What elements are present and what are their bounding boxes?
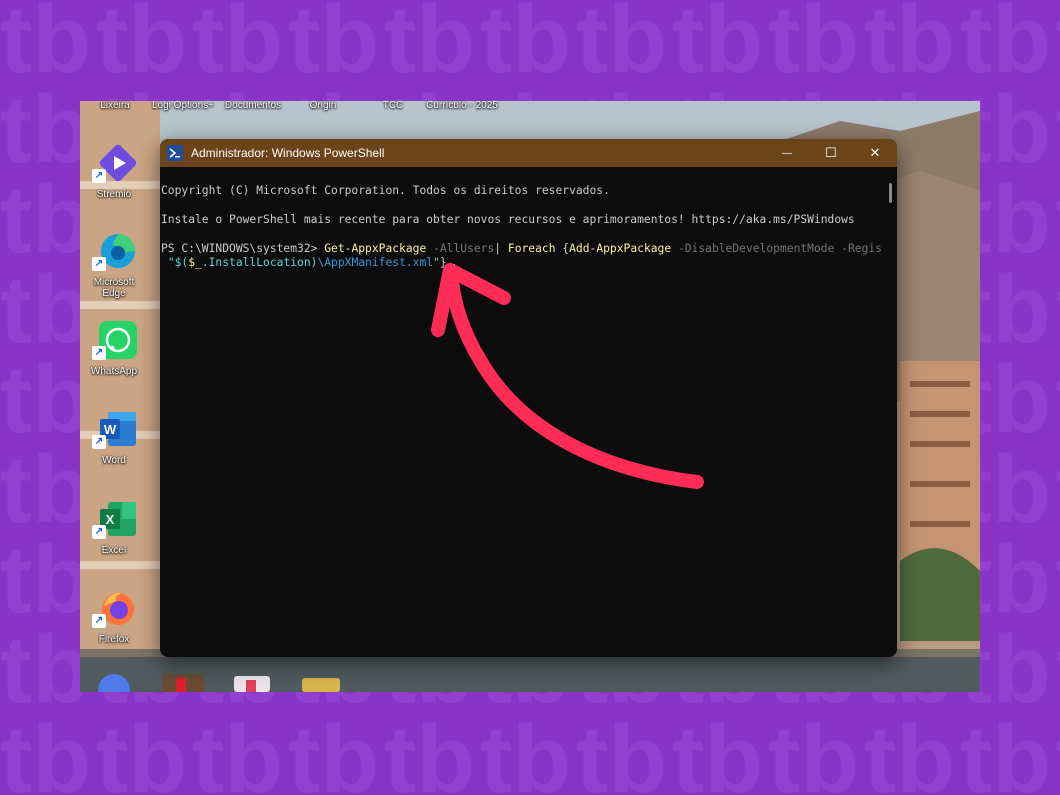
desktop-icon-label[interactable]: Documentos — [218, 101, 288, 112]
desktop-icon-word[interactable]: W ↗ Word — [86, 407, 142, 491]
brace-close: } — [439, 256, 447, 269]
desktop-icon-label: Word — [102, 455, 126, 466]
desktop-icon-firefox[interactable]: ↗ Firefox — [86, 586, 142, 670]
variable-underscore: $_ — [188, 256, 202, 269]
shortcut-arrow-icon: ↗ — [92, 614, 106, 628]
window-titlebar[interactable]: Administrador: Windows PowerShell — ☐ ✕ — [160, 139, 897, 167]
install-notice-line: Instale o PowerShell mais recente para o… — [161, 212, 855, 226]
command-line-1: PS C:\WINDOWS\system32> Get-AppxPackage … — [161, 242, 882, 257]
maximize-icon: ☐ — [825, 145, 837, 160]
desktop-icon-stremio[interactable]: ↗ Stremio — [86, 141, 142, 225]
window-controls: — ☐ ✕ — [765, 139, 897, 167]
svg-text:X: X — [106, 512, 115, 527]
shortcut-arrow-icon: ↗ — [92, 435, 106, 449]
brace-open: { — [555, 241, 570, 255]
desktop-icon-label[interactable]: Lixeira — [80, 101, 150, 112]
desktop-icon-excel[interactable]: X ↗ Excel — [86, 497, 142, 581]
text-cursor — [447, 264, 455, 266]
window-title: Administrador: Windows PowerShell — [191, 146, 385, 160]
shortcut-arrow-icon: ↗ — [92, 346, 106, 360]
scrollbar-thumb[interactable] — [889, 183, 892, 203]
powershell-icon — [167, 145, 183, 161]
pipe-operator: | — [494, 241, 508, 255]
desktop-icon-label: Excel — [101, 545, 127, 556]
param-disabledevelopmentmode: -DisableDevelopmentMode — [671, 241, 835, 255]
desktop-icon-label: Firefox — [98, 634, 130, 645]
folder-icon — [302, 678, 340, 692]
cmdlet-add-appxpackage: Add-AppxPackage — [569, 241, 672, 255]
minimize-icon: — — [782, 147, 792, 159]
app-icon — [246, 680, 256, 692]
copyright-line: Copyright (C) Microsoft Corporation. Tod… — [161, 183, 610, 197]
desktop-icon-whatsapp[interactable]: ↗ WhatsApp — [86, 318, 142, 402]
bottom-row-icons — [98, 674, 340, 692]
app-icon — [98, 674, 130, 692]
svg-text:W: W — [104, 422, 117, 437]
desktop-icon-edge[interactable]: ↗ Microsoft Edge — [86, 229, 142, 313]
command-line-2: "$($_.InstallLocation)\AppXManifest.xml"… — [161, 256, 882, 271]
maximize-button[interactable]: ☐ — [809, 139, 853, 167]
param-register: -Register — [841, 241, 882, 255]
minimize-button[interactable]: — — [765, 139, 809, 167]
prompt: PS C:\WINDOWS\system32> — [161, 241, 325, 255]
string-manifest-path: \AppXManifest.xml — [317, 256, 434, 269]
desktop-icon-label: Microsoft Edge — [93, 277, 135, 299]
cmdlet-foreach: Foreach — [507, 241, 556, 255]
desktop-icon-label[interactable]: TCC — [358, 101, 428, 112]
shortcut-arrow-icon: ↗ — [92, 257, 106, 271]
desktop-icon-label[interactable]: Currículo - 2025 — [424, 101, 500, 112]
powershell-window[interactable]: Administrador: Windows PowerShell — ☐ ✕ … — [160, 139, 897, 657]
desktop-icon-label[interactable]: Logi Options+ — [148, 101, 218, 112]
desktop-icon-label: Stremio — [96, 189, 132, 200]
desktop-icon-label: WhatsApp — [90, 366, 138, 377]
app-icon — [176, 678, 186, 692]
param-allusers: -AllUsers — [426, 241, 495, 255]
close-icon: ✕ — [869, 145, 881, 160]
string-install-location: .InstallLocation) — [201, 256, 318, 269]
console-output[interactable]: Copyright (C) Microsoft Corporation. Tod… — [160, 167, 882, 657]
string-close: " — [433, 256, 440, 269]
desktop-icon-label[interactable]: Origin — [288, 101, 358, 112]
desktop-top-labels: Lixeira Logi Options+ Documentos Origin … — [80, 101, 980, 131]
shortcut-arrow-icon: ↗ — [92, 525, 106, 539]
close-button[interactable]: ✕ — [853, 139, 897, 167]
shortcut-arrow-icon: ↗ — [92, 169, 106, 183]
cmdlet-get-appxpackage: Get-AppxPackage — [324, 241, 427, 255]
string-open: "$( — [167, 256, 189, 269]
